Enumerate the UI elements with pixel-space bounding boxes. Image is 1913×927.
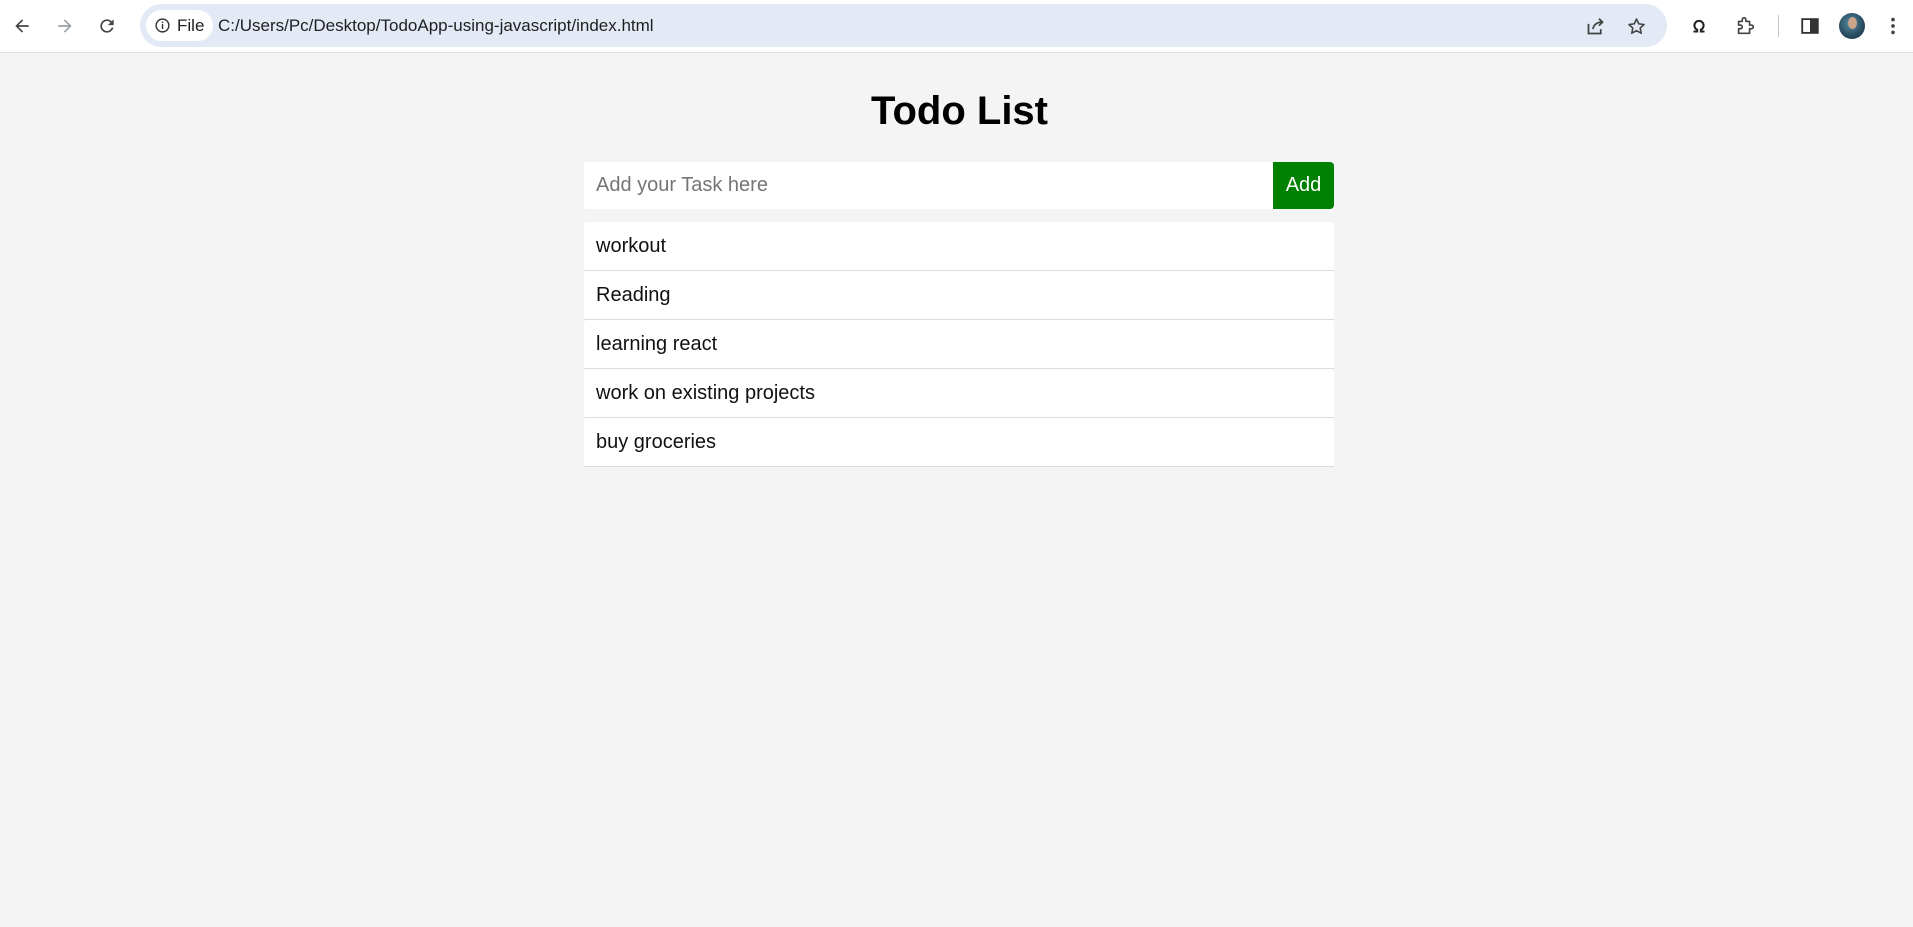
task-item[interactable]: buy groceries <box>584 418 1334 467</box>
side-panel-icon <box>1801 18 1819 34</box>
task-list: workout Reading learning react work on e… <box>584 222 1334 467</box>
share-icon <box>1587 17 1604 34</box>
arrow-left-icon <box>15 19 29 33</box>
more-vertical-icon <box>1891 17 1895 35</box>
file-chip-label: File <box>177 15 205 35</box>
omega-icon <box>1693 19 1705 33</box>
address-bar[interactable]: File C:/Users/Pc/Desktop/TodoApp-using-j… <box>140 4 1667 47</box>
profile-avatar[interactable] <box>1839 13 1865 39</box>
task-item[interactable]: Reading <box>584 271 1334 320</box>
add-button[interactable]: Add <box>1273 162 1334 209</box>
browser-toolbar: File C:/Users/Pc/Desktop/TodoApp-using-j… <box>0 0 1913 53</box>
toolbar-separator <box>1778 15 1779 37</box>
bookmark-button[interactable] <box>1624 14 1648 38</box>
info-icon <box>155 18 170 33</box>
task-item[interactable]: workout <box>584 222 1334 271</box>
browser-menu-button[interactable] <box>1880 13 1906 39</box>
side-panel-button[interactable] <box>1797 13 1823 39</box>
task-item[interactable]: learning react <box>584 320 1334 369</box>
reload-button[interactable] <box>89 8 125 44</box>
task-item[interactable]: work on existing projects <box>584 369 1334 418</box>
extensions-button[interactable] <box>1732 13 1758 39</box>
url-text[interactable]: C:/Users/Pc/Desktop/TodoApp-using-javasc… <box>218 4 654 47</box>
star-icon <box>1627 17 1645 34</box>
reload-icon <box>100 19 114 33</box>
puzzle-icon <box>1737 16 1755 35</box>
page-title: Todo List <box>871 89 1048 133</box>
share-button[interactable] <box>1583 14 1607 38</box>
site-info-chip[interactable]: File <box>146 10 214 41</box>
extension-button[interactable] <box>1686 13 1712 39</box>
task-input-row: Add <box>584 162 1334 209</box>
arrow-right-icon <box>58 19 72 33</box>
forward-button[interactable] <box>47 8 83 44</box>
back-button[interactable] <box>4 8 40 44</box>
task-input[interactable] <box>584 162 1273 209</box>
todo-app: Todo List Add workout Reading learning r… <box>0 54 1913 927</box>
